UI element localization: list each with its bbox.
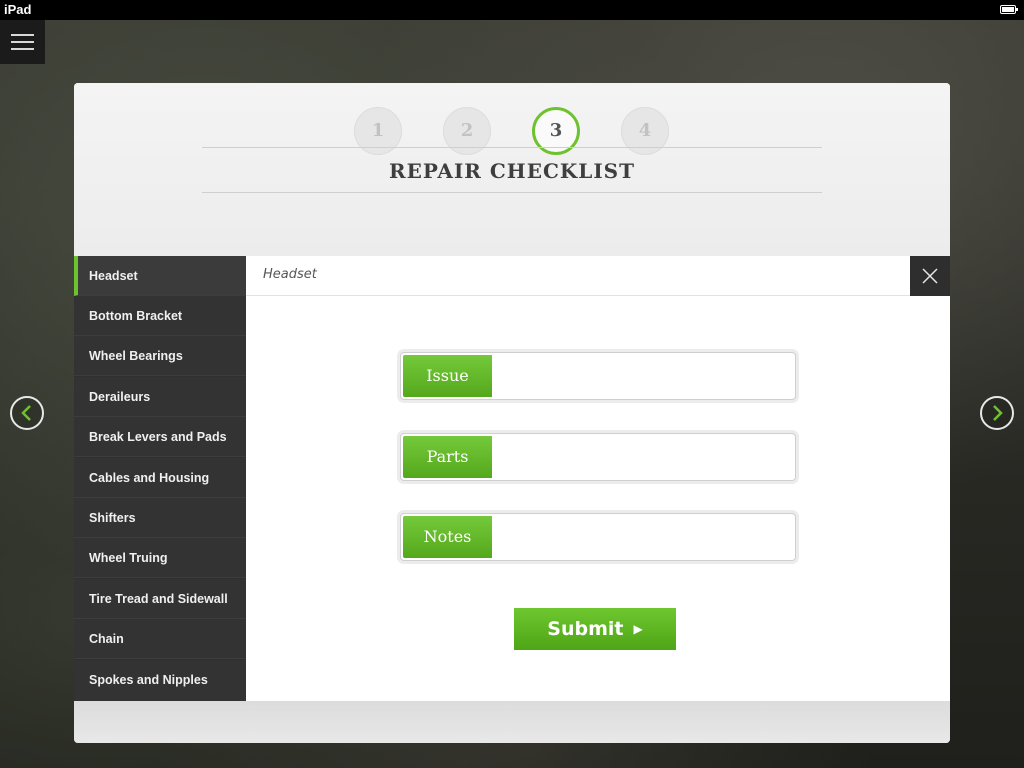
sidebar-item-shifters[interactable]: Shifters [74,498,246,538]
sidebar-item-headset[interactable]: Headset [74,256,246,296]
sidebar-item-derailleurs[interactable]: Deraileurs [74,377,246,417]
status-bar: iPad [0,0,1024,20]
page-title: REPAIR CHECKLIST [388,159,635,183]
sidebar-item-tire-tread-and-sidewall[interactable]: Tire Tread and Sidewall [74,579,246,619]
battery-icon [1000,5,1018,14]
panel-footer [74,701,950,743]
submit-label: Submit [547,618,624,640]
checklist-content: Headset Issue Parts Notes Submit ▶ [246,256,950,701]
issue-input[interactable] [494,355,793,397]
notes-label: Notes [403,516,492,558]
issue-field: Issue [400,352,796,400]
device-name: iPad [4,2,32,17]
section-title: Headset [263,267,317,282]
sidebar-item-cables-and-housing[interactable]: Cables and Housing [74,458,246,498]
close-icon [922,268,938,284]
sidebar-item-bottom-bracket[interactable]: Bottom Bracket [74,296,246,336]
parts-label: Parts [403,436,492,478]
chevron-right-circle-icon [993,405,1003,421]
notes-field: Notes [400,513,796,561]
sidebar-item-spokes-and-nipples[interactable]: Spokes and Nipples [74,660,246,701]
menu-button[interactable] [0,20,45,64]
sidebar-item-wheel-truing[interactable]: Wheel Truing [74,538,246,578]
repair-checklist-panel: 1 2 3 4 REPAIR CHECKLIST Headset Bottom … [74,83,950,743]
chevron-left-circle-icon [21,405,31,421]
previous-button[interactable] [10,396,44,430]
issue-label: Issue [403,355,492,397]
title-divider-top [202,147,822,148]
submit-button[interactable]: Submit ▶ [514,608,676,650]
next-button[interactable] [980,396,1014,430]
sidebar-item-brake-levers-and-pads[interactable]: Break Levers and Pads [74,417,246,457]
triangle-right-icon: ▶ [633,622,643,636]
parts-input[interactable] [494,436,793,478]
parts-field: Parts [400,433,796,481]
content-header: Headset [246,256,950,296]
sidebar: Headset Bottom Bracket Wheel Bearings De… [74,256,246,701]
sidebar-item-chain[interactable]: Chain [74,619,246,659]
sidebar-item-wheel-bearings[interactable]: Wheel Bearings [74,336,246,376]
panel-header: 1 2 3 4 REPAIR CHECKLIST [74,83,950,256]
title-divider-bottom [202,192,822,193]
notes-input[interactable] [494,516,793,558]
close-button[interactable] [910,256,950,296]
